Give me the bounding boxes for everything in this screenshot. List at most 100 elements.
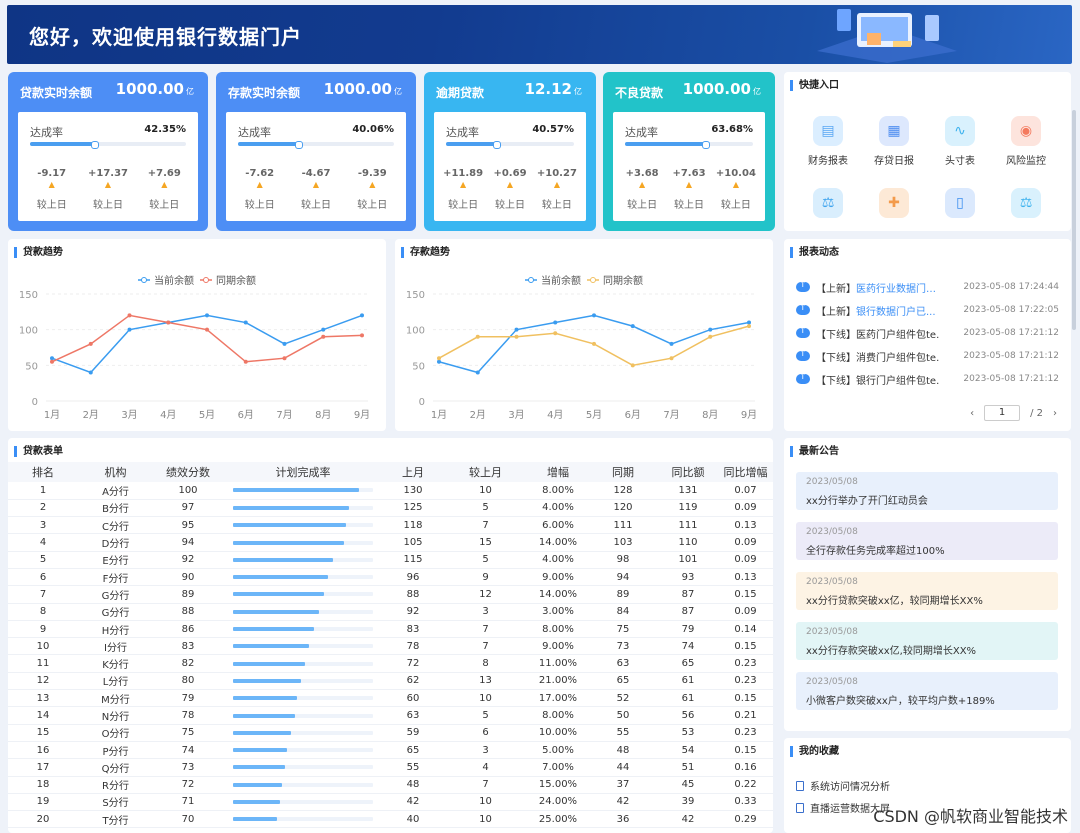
data-point[interactable]: [514, 334, 519, 339]
report-name[interactable]: 医药门户组件包te...: [856, 326, 939, 341]
table-cell: 14: [8, 706, 78, 725]
data-point[interactable]: [50, 359, 54, 364]
notice-item[interactable]: 2023/05/08 xx分行举办了开门红动员会: [796, 472, 1058, 510]
data-point[interactable]: [282, 356, 287, 361]
data-point[interactable]: [360, 333, 364, 338]
column-header: 同比额: [658, 462, 718, 482]
data-point[interactable]: [243, 359, 248, 364]
notice-text: 小微客户数突破xx户，较平均户数+189%: [806, 696, 995, 707]
data-point[interactable]: [205, 327, 209, 332]
favorite-item[interactable]: 系统访问情况分析: [796, 778, 890, 793]
quick-entry-item[interactable]: ✚: [862, 188, 926, 218]
table-row[interactable]: 19 S分行 71 42 10 24.00% 42 39 0.33: [8, 793, 773, 812]
data-point[interactable]: [553, 320, 558, 325]
data-point[interactable]: [708, 334, 713, 339]
prev-page-button[interactable]: ‹: [970, 408, 974, 419]
quick-entry-item[interactable]: ∿ 头寸表: [928, 116, 992, 167]
table-row[interactable]: 18 R分行 72 48 7 15.00% 37 45 0.22: [8, 776, 773, 794]
quick-entry-item[interactable]: ⚖: [796, 188, 860, 218]
table-row[interactable]: 10 I分行 83 78 7 9.00% 73 74 0.15: [8, 637, 773, 656]
data-point[interactable]: [747, 324, 751, 329]
legend-item[interactable]: 当前余额: [138, 274, 194, 287]
table-row[interactable]: 15 O分行 75 59 6 10.00% 55 53 0.23: [8, 724, 773, 742]
table-row[interactable]: 5 E分行 92 115 5 4.00% 98 101 0.09: [8, 551, 773, 569]
table-row[interactable]: 8 G分行 88 92 3 3.00% 84 87 0.09: [8, 603, 773, 621]
report-name[interactable]: 银行数据门户已...: [856, 303, 936, 318]
legend-item[interactable]: 同期余额: [587, 274, 643, 287]
data-point[interactable]: [127, 327, 132, 332]
quick-entry-item[interactable]: ⚖: [994, 188, 1058, 218]
table-cell: 119: [658, 499, 718, 518]
report-item[interactable]: 【下线】 银行门户组件包te... 2023-05-08 17:21:12: [796, 369, 1059, 389]
data-point[interactable]: [475, 370, 480, 375]
report-tag: 【下线】: [816, 352, 856, 364]
notice-item[interactable]: 2023/05/08 xx分行存款突破xx亿,较同期增长XX%: [796, 622, 1058, 660]
page-input[interactable]: 1: [984, 405, 1021, 421]
table-row[interactable]: 16 P分行 74 65 3 5.00% 48 54 0.15: [8, 741, 773, 760]
notice-item[interactable]: 2023/05/08 全行存款任务完成率超过100%: [796, 522, 1058, 560]
data-point[interactable]: [669, 341, 674, 346]
data-point[interactable]: [553, 331, 558, 336]
data-point[interactable]: [708, 327, 713, 332]
table-cell: 72: [383, 654, 443, 673]
data-point[interactable]: [127, 313, 132, 318]
data-point[interactable]: [243, 320, 248, 325]
table-row[interactable]: 9 H分行 86 83 7 8.00% 75 79 0.14: [8, 620, 773, 639]
scrollbar[interactable]: [1072, 110, 1076, 330]
data-point[interactable]: [475, 334, 480, 339]
data-point[interactable]: [282, 341, 287, 346]
data-point[interactable]: [321, 334, 326, 339]
table-cell: 128: [588, 482, 658, 500]
data-point[interactable]: [205, 313, 209, 318]
data-point[interactable]: [360, 313, 364, 318]
data-point[interactable]: [437, 356, 441, 361]
next-page-button[interactable]: ›: [1053, 408, 1057, 419]
quick-entry-item[interactable]: ▤ 财务报表: [796, 116, 860, 167]
data-point[interactable]: [321, 327, 326, 332]
data-point[interactable]: [166, 320, 171, 325]
completion-bar: [233, 575, 373, 580]
data-point[interactable]: [630, 324, 635, 329]
legend-item[interactable]: 当前余额: [525, 274, 581, 287]
report-name[interactable]: 医药行业数据门户...: [856, 280, 936, 295]
table-row[interactable]: 2 B分行 97 125 5 4.00% 120 119 0.09: [8, 499, 773, 518]
report-name[interactable]: 银行门户组件包te...: [856, 372, 939, 387]
table-row[interactable]: 3 C分行 95 118 7 6.00% 111 111 0.13: [8, 516, 773, 535]
quick-entry-item[interactable]: ▦ 存贷日报: [862, 116, 926, 167]
table-cell: 0.15: [718, 585, 773, 604]
table-row[interactable]: 1 A分行 100 130 10 8.00% 128 131 0.07: [8, 482, 773, 500]
table-row[interactable]: 11 K分行 82 72 8 11.00% 63 65 0.23: [8, 654, 773, 673]
report-item[interactable]: 【下线】 医药门户组件包te... 2023-05-08 17:21:12: [796, 323, 1059, 343]
notice-item[interactable]: 2023/05/08 小微客户数突破xx户，较平均户数+189%: [796, 672, 1058, 710]
quick-entry-item[interactable]: ◉ 风险监控: [994, 116, 1058, 167]
table-row[interactable]: 14 N分行 78 63 5 8.00% 50 56 0.21: [8, 706, 773, 725]
quick-entry-item[interactable]: ▯: [928, 188, 992, 218]
y-tick-label: 150: [19, 290, 38, 301]
report-name[interactable]: 消费门户组件包te...: [856, 349, 939, 364]
data-point[interactable]: [747, 320, 751, 325]
report-item[interactable]: 【上新】 银行数据门户已... 2023-05-08 17:22:05: [796, 300, 1059, 320]
data-point[interactable]: [514, 327, 519, 332]
table-row[interactable]: 12 L分行 80 62 13 21.00% 65 61 0.23: [8, 672, 773, 691]
data-point[interactable]: [630, 363, 635, 368]
table-row[interactable]: 7 G分行 89 88 12 14.00% 89 87 0.15: [8, 585, 773, 604]
data-point[interactable]: [50, 356, 54, 361]
data-point[interactable]: [88, 370, 93, 375]
data-point[interactable]: [88, 341, 93, 346]
table-cell: 65: [588, 672, 658, 691]
data-point[interactable]: [592, 341, 596, 346]
legend-item[interactable]: 同期余额: [200, 274, 256, 287]
table-row[interactable]: 20 T分行 70 40 10 25.00% 36 42 0.29: [8, 810, 773, 829]
table-row[interactable]: 4 D分行 94 105 15 14.00% 103 110 0.09: [8, 533, 773, 552]
notice-item[interactable]: 2023/05/08 xx分行贷款突破xx亿，较同期增长XX%: [796, 572, 1058, 610]
data-point[interactable]: [669, 356, 674, 361]
report-item[interactable]: 【下线】 消费门户组件包te... 2023-05-08 17:21:12: [796, 346, 1059, 366]
data-point[interactable]: [437, 359, 441, 364]
table-row[interactable]: 6 F分行 90 96 9 9.00% 94 93 0.13: [8, 568, 773, 587]
table-row[interactable]: 13 M分行 79 60 10 17.00% 52 61 0.15: [8, 689, 773, 708]
report-item[interactable]: 【上新】 医药行业数据门户... 2023-05-08 17:24:44: [796, 277, 1059, 297]
data-point[interactable]: [592, 313, 596, 318]
table-row[interactable]: 17 Q分行 73 55 4 7.00% 44 51 0.16: [8, 758, 773, 777]
table-cell: 8.00%: [528, 706, 588, 725]
table-cell: 72: [153, 776, 223, 794]
